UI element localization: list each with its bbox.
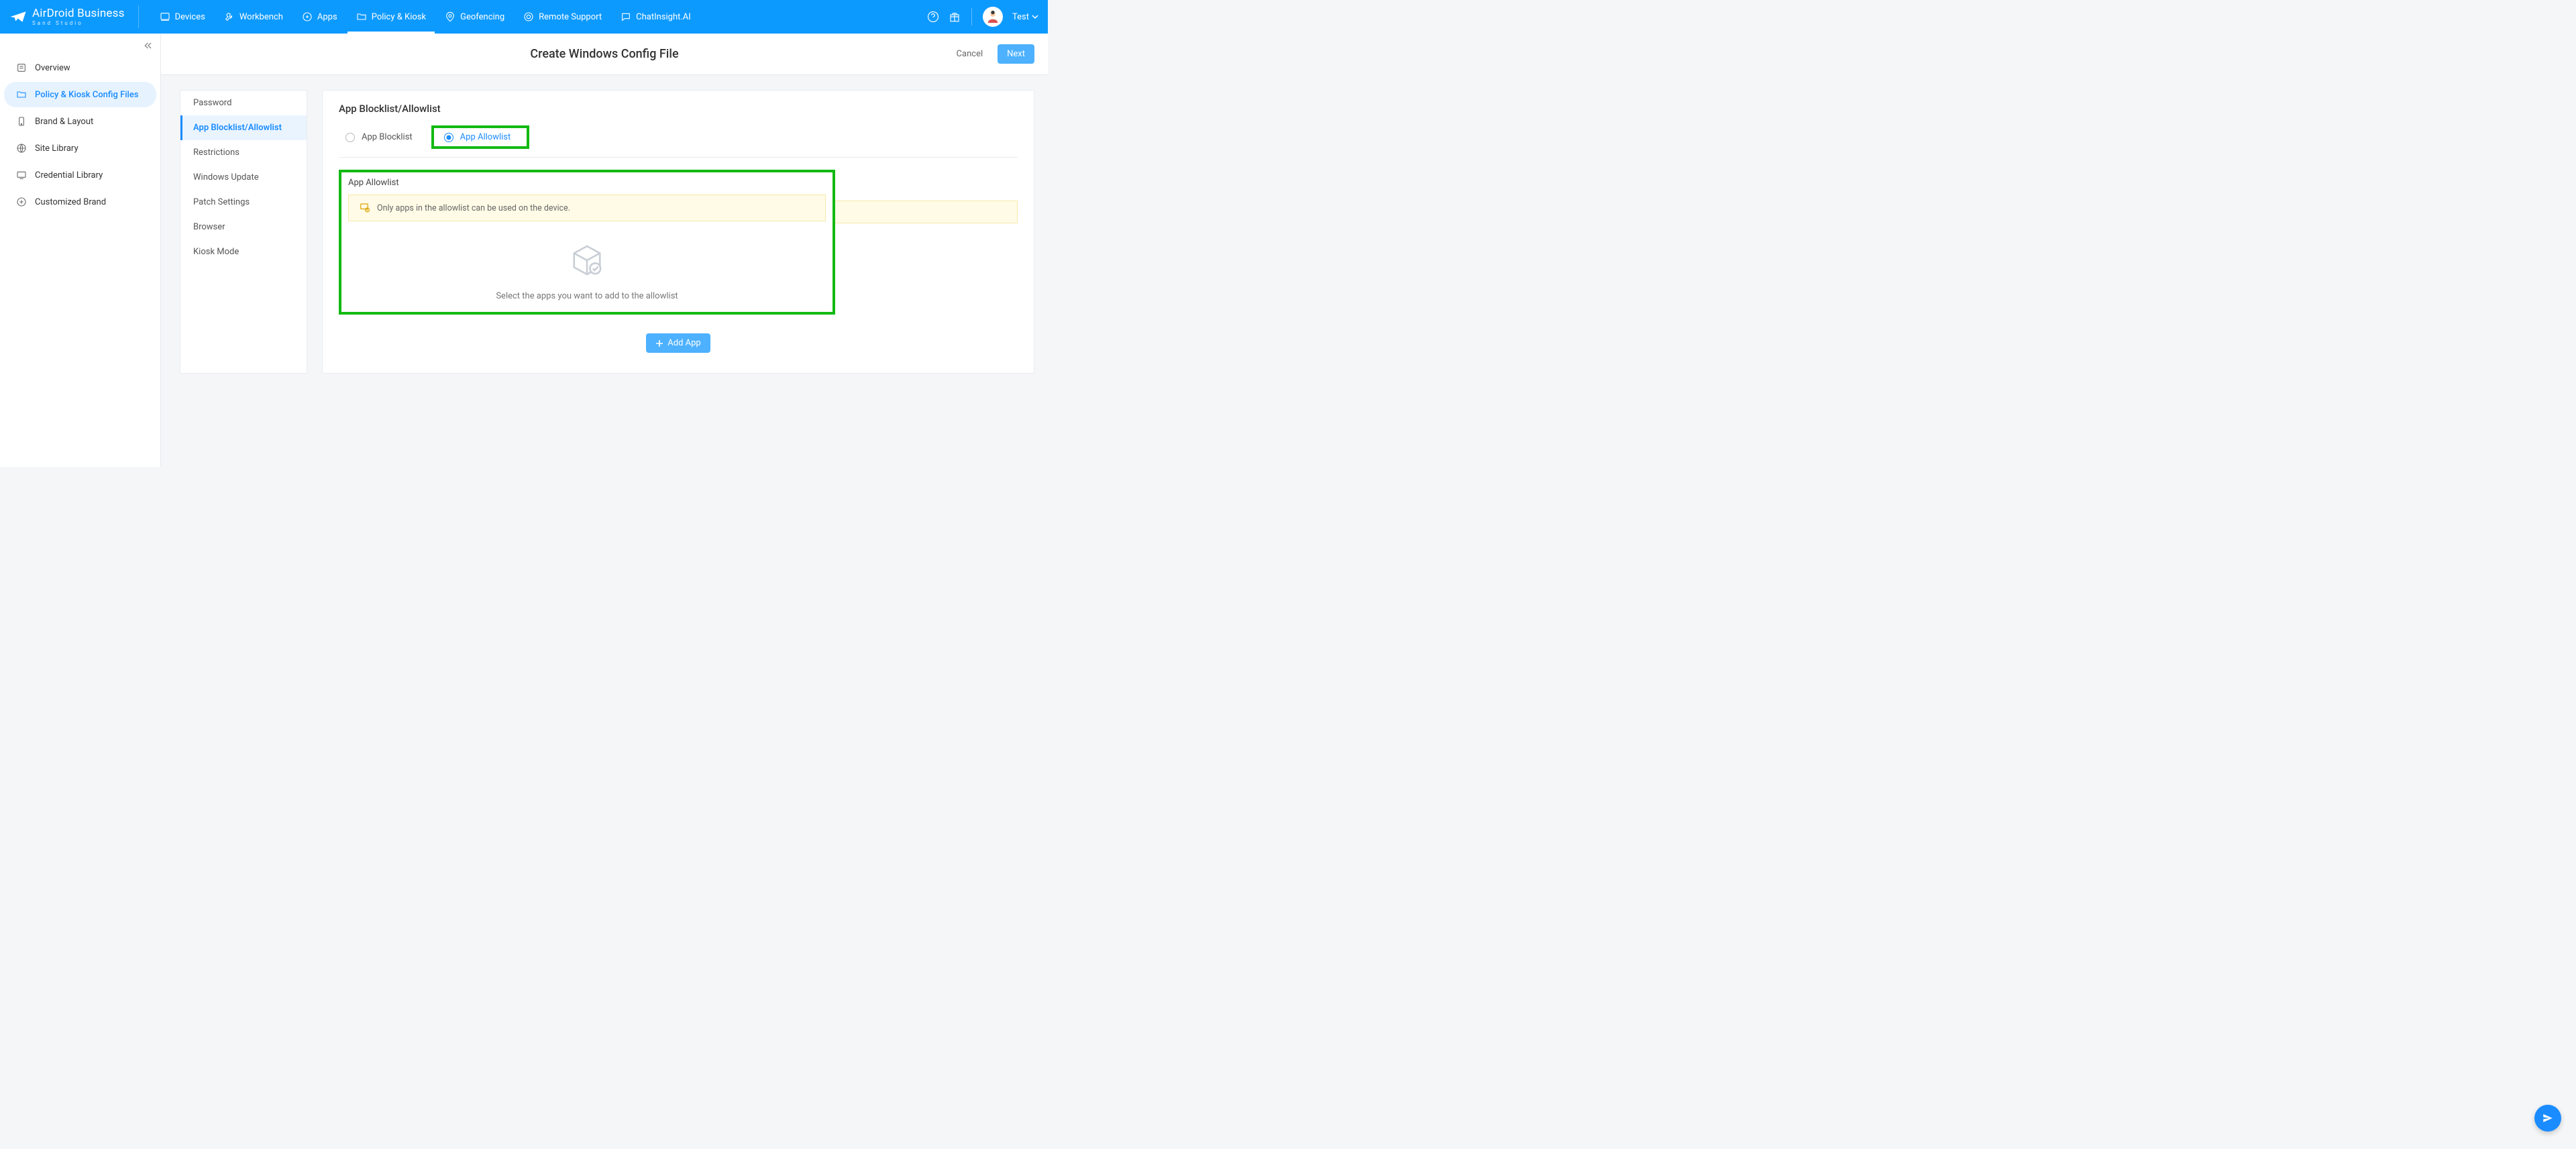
sidebar-item-credential-library[interactable]: Credential Library xyxy=(4,162,156,188)
phone-icon xyxy=(16,116,27,127)
nav-label: Workbench xyxy=(239,12,283,22)
sidebar-item-overview[interactable]: Overview xyxy=(4,55,156,80)
send-icon xyxy=(2542,1112,2554,1124)
user-avatar[interactable] xyxy=(983,7,1003,27)
plus-icon xyxy=(655,339,663,347)
nav-devices[interactable]: Devices xyxy=(151,0,214,34)
package-check-icon xyxy=(568,241,606,279)
radio-icon xyxy=(444,133,453,142)
sub-item-windows-update[interactable]: Windows Update xyxy=(180,165,307,190)
sidebar-item-label: Customized Brand xyxy=(35,197,106,207)
nav-remote-support[interactable]: Remote Support xyxy=(515,0,610,34)
nav-workbench[interactable]: Workbench xyxy=(215,0,292,34)
sidebar-item-label: Credential Library xyxy=(35,170,103,180)
paper-plane-icon xyxy=(9,11,27,23)
top-nav: AirDroid Business Sand Studio Devices Wo… xyxy=(0,0,1048,34)
user-menu[interactable]: Test xyxy=(1012,12,1038,22)
page-title: Create Windows Config File xyxy=(530,47,678,61)
avatar-icon xyxy=(985,9,1000,24)
panel-title: App Blocklist/Allowlist xyxy=(339,103,1018,115)
brand-sub: Sand Studio xyxy=(32,20,125,26)
sidebar-item-policy-kiosk-config[interactable]: Policy & Kiosk Config Files xyxy=(4,82,156,107)
blocklist-allowlist-toggle: App Blocklist App Allowlist xyxy=(339,125,1018,158)
radio-label: App Blocklist xyxy=(362,132,413,142)
add-app-button[interactable]: Add App xyxy=(646,333,710,353)
sidebar-item-label: Overview xyxy=(35,63,70,73)
sidebar-item-label: Site Library xyxy=(35,144,78,154)
sidebar-item-label: Brand & Layout xyxy=(35,117,93,127)
help-icon[interactable] xyxy=(927,11,939,23)
highlight-allowlist-radio: App Allowlist xyxy=(431,125,530,149)
nav-label: Devices xyxy=(175,12,205,22)
next-button[interactable]: Next xyxy=(998,44,1034,64)
cancel-button[interactable]: Cancel xyxy=(950,44,990,64)
nav-label: Apps xyxy=(317,12,337,22)
info-device-icon xyxy=(358,202,370,214)
folder-icon xyxy=(356,11,367,22)
plus-circle-icon xyxy=(16,197,27,207)
chat-icon xyxy=(621,11,631,22)
globe-icon xyxy=(16,143,27,154)
brand-name: AirDroid Business xyxy=(32,8,125,19)
empty-text: Select the apps you want to add to the a… xyxy=(348,291,826,301)
monitor-icon xyxy=(16,170,27,180)
sub-item-kiosk-mode[interactable]: Kiosk Mode xyxy=(180,239,307,264)
nav-label: Geofencing xyxy=(460,12,504,22)
nav-label: Policy & Kiosk xyxy=(372,12,426,22)
info-banner: Only apps in the allowlist can be used o… xyxy=(348,195,826,221)
sub-item-password[interactable]: Password xyxy=(180,91,307,115)
chevron-double-left-icon xyxy=(143,40,154,51)
sidebar-item-site-library[interactable]: Site Library xyxy=(4,135,156,161)
page-header: Create Windows Config File Cancel Next xyxy=(161,34,1048,75)
nav-apps[interactable]: Apps xyxy=(293,0,346,34)
apps-icon xyxy=(302,11,313,22)
allowlist-section: App Allowlist Only apps in the allowlist… xyxy=(339,170,1018,353)
radio-app-blocklist[interactable]: App Blocklist xyxy=(339,129,419,146)
radio-icon xyxy=(345,133,355,142)
sidebar-item-label: Policy & Kiosk Config Files xyxy=(35,90,139,100)
sub-item-app-blocklist-allowlist[interactable]: App Blocklist/Allowlist xyxy=(180,115,307,140)
info-text: Only apps in the allowlist can be used o… xyxy=(377,203,570,213)
divider xyxy=(971,8,972,25)
gift-icon[interactable] xyxy=(949,11,961,23)
sub-item-browser[interactable]: Browser xyxy=(180,215,307,239)
sub-item-patch-settings[interactable]: Patch Settings xyxy=(180,190,307,215)
overview-icon xyxy=(16,62,27,73)
wrench-icon xyxy=(224,11,235,22)
nav-geofencing[interactable]: Geofencing xyxy=(436,0,513,34)
sidebar-collapse[interactable] xyxy=(143,40,154,54)
highlight-allowlist-section: App Allowlist Only apps in the allowlist… xyxy=(339,170,835,315)
support-icon xyxy=(523,11,534,22)
radio-app-allowlist[interactable]: App Allowlist xyxy=(437,129,518,146)
nav-label: ChatInsight.AI xyxy=(636,12,691,22)
add-button-label: Add App xyxy=(667,338,700,348)
nav-policy-kiosk[interactable]: Policy & Kiosk xyxy=(347,0,435,34)
sidebar: Overview Policy & Kiosk Config Files Bra… xyxy=(0,34,161,467)
folder-icon xyxy=(16,89,27,100)
chevron-down-icon xyxy=(1032,13,1038,20)
sub-item-restrictions[interactable]: Restrictions xyxy=(180,140,307,165)
user-name: Test xyxy=(1012,12,1029,22)
section-title: App Allowlist xyxy=(348,178,826,188)
empty-state: Select the apps you want to add to the a… xyxy=(348,221,826,305)
feedback-fab[interactable] xyxy=(2534,1105,2561,1132)
config-sections: Password App Blocklist/Allowlist Restric… xyxy=(180,90,307,374)
config-panel: App Blocklist/Allowlist App Blocklist Ap… xyxy=(322,90,1034,374)
location-icon xyxy=(445,11,455,22)
sidebar-item-customized-brand[interactable]: Customized Brand xyxy=(4,189,156,215)
nav-label: Remote Support xyxy=(539,12,602,22)
sidebar-item-brand-layout[interactable]: Brand & Layout xyxy=(4,109,156,134)
devices-icon xyxy=(160,11,170,22)
brand-logo[interactable]: AirDroid Business Sand Studio xyxy=(9,5,139,28)
radio-label: App Allowlist xyxy=(460,132,511,142)
nav-chatinsight[interactable]: ChatInsight.AI xyxy=(612,0,700,34)
